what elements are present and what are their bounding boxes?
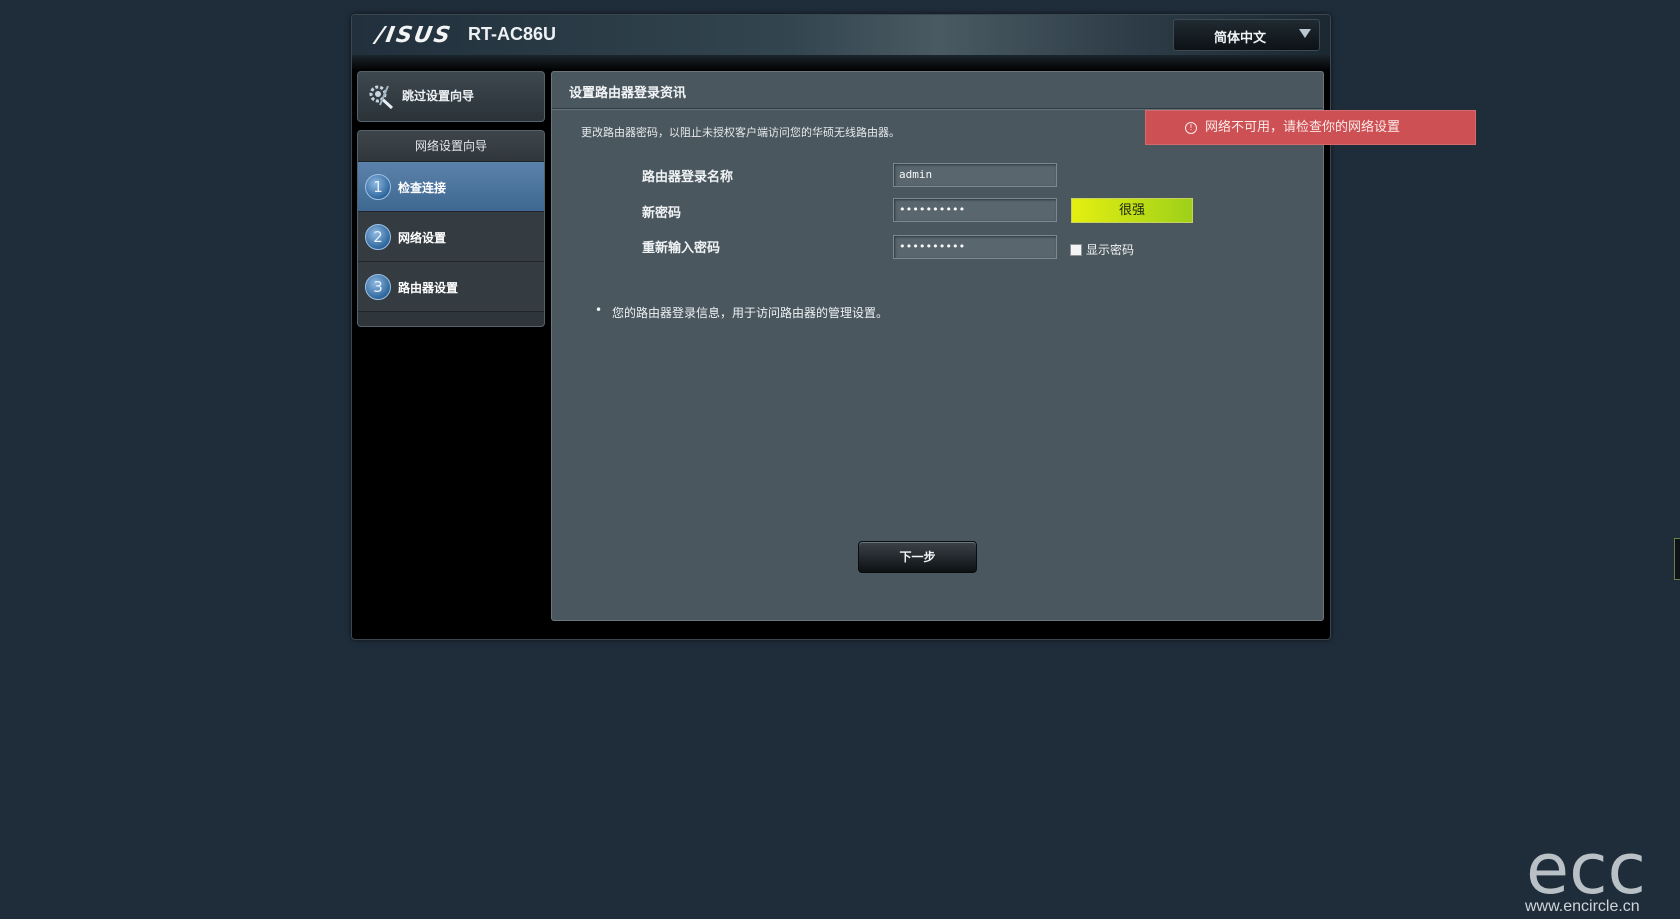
show-password-checkbox[interactable]: [1070, 243, 1082, 256]
step-label: 网络设置: [398, 231, 447, 245]
password-strength-indicator: 很强: [1071, 198, 1193, 223]
top-bar: /ISUS RT-AC86U 简体中文: [352, 15, 1330, 71]
asus-logo: /ISUS: [373, 23, 454, 48]
language-dropdown[interactable]: 简体中文: [1173, 19, 1320, 51]
skip-wizard-label: 跳过设置向导: [402, 89, 475, 103]
panel-description: 更改路由器密码，以阻止未授权客户端访问您的华硕无线路由器。: [581, 126, 900, 139]
show-password-toggle[interactable]: 显示密码: [1070, 239, 1134, 258]
step-number-icon: 1: [365, 174, 391, 200]
page: /ISUS RT-AC86U 简体中文 跳过设置向导 网络设置向导 1 检查连接: [0, 0, 1680, 919]
new-password-input[interactable]: ••••••••••: [893, 198, 1057, 222]
wizard-title: 网络设置向导: [358, 131, 544, 162]
next-button[interactable]: 下一步: [858, 541, 977, 573]
watermark-logo: ecc: [1526, 833, 1646, 899]
confirm-password-label: 重新输入密码: [642, 241, 721, 256]
model-name: RT-AC86U: [468, 24, 557, 44]
wizard-step-network-settings[interactable]: 2 网络设置: [358, 212, 544, 262]
username-label: 路由器登录名称: [642, 170, 734, 185]
show-password-label: 显示密码: [1086, 243, 1135, 257]
step-number-icon: 3: [365, 274, 391, 300]
watermark-url: www.encircle.cn: [1525, 898, 1640, 915]
confirm-password-input[interactable]: ••••••••••: [893, 235, 1057, 259]
step-number-icon: 2: [365, 224, 391, 250]
login-info-note: 您的路由器登录信息，用于访问路由器的管理设置。: [612, 306, 889, 320]
language-selected: 简体中文: [1214, 31, 1267, 46]
watermark-logo-text: ecc: [1526, 833, 1646, 899]
wizard-step-check-connection[interactable]: 1 检查连接: [358, 162, 544, 212]
wizard-tools-icon: [369, 85, 394, 110]
step-label: 路由器设置: [398, 281, 459, 295]
side-scroll-handle[interactable]: [1674, 538, 1680, 580]
panel-title: 设置路由器登录资讯: [569, 86, 687, 101]
note-bullet: •: [595, 303, 603, 317]
wizard-steps: 网络设置向导 1 检查连接 2 网络设置 3 路由器设置: [357, 130, 545, 327]
network-unavailable-alert: ! 网络不可用，请检查你的网络设置: [1145, 110, 1476, 145]
new-password-label: 新密码: [642, 206, 682, 221]
info-icon: !: [1185, 122, 1197, 134]
wizard-step-router-settings[interactable]: 3 路由器设置: [358, 262, 544, 312]
login-settings-panel: 设置路由器登录资讯 更改路由器密码，以阻止未授权客户端访问您的华硕无线路由器。 …: [551, 71, 1324, 621]
step-label: 检查连接: [398, 181, 447, 195]
skip-wizard-button[interactable]: 跳过设置向导: [357, 71, 545, 122]
dropdown-arrow-icon: [1299, 29, 1311, 38]
username-input[interactable]: admin: [893, 163, 1057, 187]
alert-text: 网络不可用，请检查你的网络设置: [1205, 120, 1401, 135]
router-setup-window: /ISUS RT-AC86U 简体中文 跳过设置向导 网络设置向导 1 检查连接: [351, 14, 1331, 640]
panel-divider: [552, 108, 1323, 109]
